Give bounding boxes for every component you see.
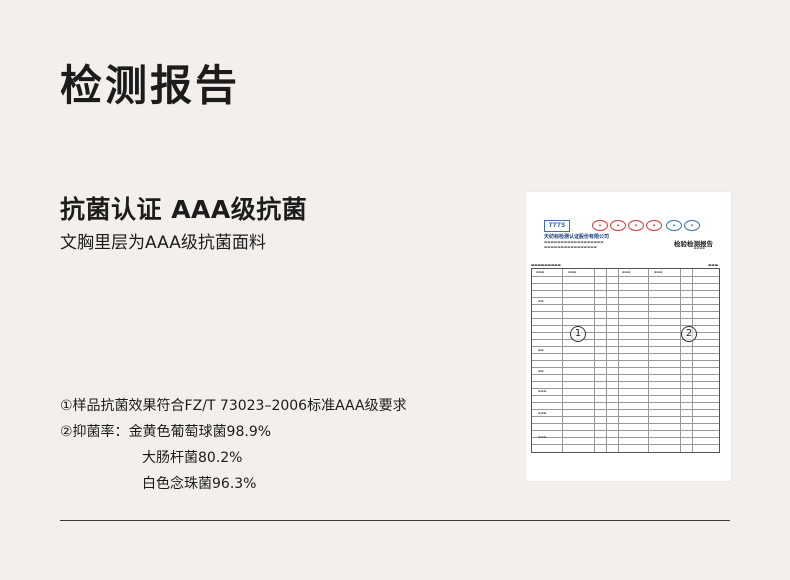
note-standard: ①样品抗菌效果符合FZ/T 73023–2006标准AAA级要求 bbox=[60, 398, 407, 414]
test-notes: ①样品抗菌效果符合FZ/T 73023–2006标准AAA级要求 ②抑菌率：金黄… bbox=[60, 393, 407, 497]
report-subtitle: ▬▬▬▬ bbox=[693, 246, 705, 250]
report-number: ▬▬▬▬▬▬▬▬▬ bbox=[531, 263, 561, 267]
note-inhibition-label: ②抑菌率： bbox=[60, 424, 129, 440]
report-org-line: ▬▬▬▬▬▬▬▬▬▬▬▬▬▬▬▬ bbox=[544, 245, 597, 249]
annotation-marker-2: 2 bbox=[681, 326, 697, 342]
certification-seal-icon: ◉ bbox=[646, 220, 662, 231]
divider bbox=[60, 520, 730, 521]
report-organization: 天纺标检测认证股份有限公司 bbox=[544, 234, 610, 240]
note-item-candida: 白色念珠菌96.3% bbox=[142, 476, 257, 492]
test-report-document: TTTS 天纺标检测认证股份有限公司 ▬▬▬▬▬▬▬▬▬▬▬▬▬▬▬▬▬▬ ▬▬… bbox=[526, 192, 731, 481]
note-item-staph: 金黄色葡萄球菌98.9% bbox=[128, 424, 272, 440]
certification-seal-icon: ◉ bbox=[592, 220, 608, 231]
report-org-line: ▬▬▬▬▬▬▬▬▬▬▬▬▬▬▬▬▬▬ bbox=[544, 240, 604, 244]
certification-seal-icon: ◉ bbox=[666, 220, 682, 231]
certification-seal-icon: ◉ bbox=[684, 220, 700, 231]
note-inhibition: ②抑菌率：金黄色葡萄球菌98.9% bbox=[60, 419, 407, 445]
report-table: ▬▬▬ ▬▬▬ ▬▬▬ ▬▬▬ ▬▬ ▬▬ ▬▬ ▬▬▬ ▬▬▬ ▬▬▬ bbox=[531, 268, 720, 453]
certification-seal-icon: ◉ bbox=[628, 220, 644, 231]
certification-description: 文胸里层为AAA级抗菌面料 bbox=[60, 233, 266, 253]
report-page-number: ▬▬▬ bbox=[708, 263, 718, 267]
report-logo: TTTS bbox=[544, 220, 570, 232]
page-title: 检测报告 bbox=[60, 61, 241, 110]
annotation-marker-1: 1 bbox=[570, 326, 586, 342]
certification-seal-icon: ◉ bbox=[610, 220, 626, 231]
certification-heading: 抗菌认证 AAA级抗菌 bbox=[60, 195, 308, 224]
note-item-ecoli: 大肠杆菌80.2% bbox=[142, 450, 243, 466]
